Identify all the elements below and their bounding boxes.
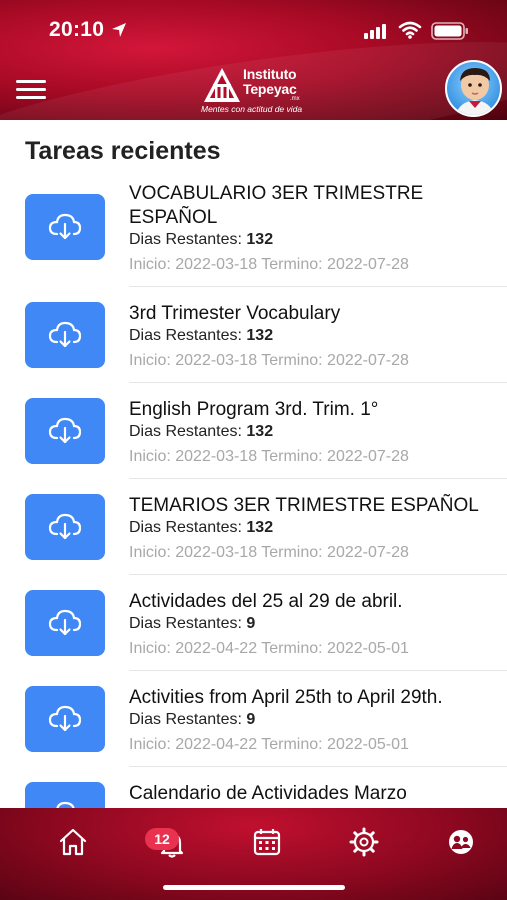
- task-days-remaining: Dias Restantes: 9: [129, 711, 255, 729]
- days-remaining-label: Dias Restantes:: [129, 327, 247, 344]
- task-dates: Inicio: 2022-04-22 Termino: 2022-05-01: [129, 640, 409, 657]
- task-dates: Inicio: 2022-03-18 Termino: 2022-07-28: [129, 544, 409, 561]
- cloud-download-icon: [48, 417, 82, 444]
- task-title: English Program 3rd. Trim. 1°: [129, 399, 379, 420]
- home-icon: [59, 828, 87, 856]
- download-task-button[interactable]: [25, 194, 105, 260]
- task-days-remaining: Dias Restantes: 132: [129, 519, 273, 537]
- days-remaining-value: 9: [246, 711, 256, 728]
- profile-icon: [449, 830, 473, 854]
- home-indicator: [163, 885, 345, 890]
- task-list-item[interactable]: TEMARIOS 3ER TRIMESTRE ESPAÑOL Dias Resta…: [0, 482, 507, 578]
- days-remaining-value: 132: [246, 423, 274, 440]
- download-task-button[interactable]: [25, 494, 105, 560]
- row-divider: [129, 574, 507, 575]
- tab-home[interactable]: [57, 826, 89, 858]
- tab-settings[interactable]: [348, 826, 380, 858]
- row-divider: [129, 286, 507, 287]
- download-task-button[interactable]: [25, 686, 105, 752]
- task-days-remaining: Dias Restantes: 9: [129, 615, 255, 633]
- cloud-download-icon: [48, 609, 82, 636]
- calendar-icon: [253, 829, 281, 856]
- task-list-item[interactable]: Actividades del 25 al 29 de abril. Dias R…: [0, 578, 507, 674]
- days-remaining-label: Dias Restantes:: [129, 711, 247, 728]
- task-title: 3rd Trimester Vocabulary: [129, 303, 341, 324]
- days-remaining-label: Dias Restantes:: [129, 519, 247, 536]
- days-remaining-value: 9: [246, 615, 256, 632]
- settings-icon: [349, 827, 379, 857]
- task-days-remaining: Dias Restantes: 132: [129, 327, 273, 345]
- notification-count-badge: 12: [145, 828, 179, 850]
- task-title: Actividades del 25 al 29 de abril.: [129, 591, 403, 612]
- task-list-item[interactable]: 3rd Trimester Vocabulary Dias Restantes: …: [0, 290, 507, 386]
- task-title: Activities from April 25th to April 29th…: [129, 687, 443, 708]
- download-task-button[interactable]: [25, 590, 105, 656]
- row-divider: [129, 766, 507, 767]
- task-title: Calendario de Actividades Marzo: [129, 783, 407, 804]
- task-dates: Inicio: 2022-03-18 Termino: 2022-07-28: [129, 352, 409, 369]
- task-list-item[interactable]: Calendario de Actividades Marzo: [0, 770, 507, 808]
- download-task-button[interactable]: [25, 782, 105, 808]
- hamburger-menu-icon[interactable]: [16, 80, 46, 100]
- days-remaining-value: 132: [246, 327, 274, 344]
- institute-logo: Instituto Tepeyac .mx Mentes con actitud…: [200, 66, 310, 116]
- wifi-icon: [398, 21, 422, 39]
- days-remaining-label: Dias Restantes:: [129, 423, 247, 440]
- logo-name-line1: Instituto: [243, 66, 297, 82]
- row-divider: [129, 478, 507, 479]
- task-title: TEMARIOS 3ER TRIMESTRE ESPAÑOL: [129, 495, 479, 516]
- days-remaining-value: 132: [246, 231, 274, 248]
- status-time: 20:10: [49, 18, 105, 41]
- status-bar: 20:10: [0, 0, 507, 58]
- task-dates: Inicio: 2022-03-18 Termino: 2022-07-28: [129, 448, 409, 465]
- logo-mark-icon: [204, 68, 240, 102]
- battery-icon: [431, 22, 468, 40]
- cellular-signal-icon: [364, 24, 386, 39]
- task-list-item[interactable]: English Program 3rd. Trim. 1° Dias Restan…: [0, 386, 507, 482]
- task-days-remaining: Dias Restantes: 132: [129, 231, 273, 249]
- tab-profile[interactable]: [445, 826, 477, 858]
- task-dates: Inicio: 2022-04-22 Termino: 2022-05-01: [129, 736, 409, 753]
- task-days-remaining: Dias Restantes: 132: [129, 423, 273, 441]
- logo-name-line2: Tepeyac: [243, 81, 297, 97]
- task-list-item[interactable]: VOCABULARIO 3ER TRIMESTRE ESPAÑOL Dias Re…: [0, 170, 507, 287]
- user-avatar[interactable]: [445, 60, 502, 117]
- task-list: VOCABULARIO 3ER TRIMESTRE ESPAÑOL Dias Re…: [0, 170, 507, 808]
- days-remaining-value: 132: [246, 519, 274, 536]
- cloud-download-icon: [48, 513, 82, 540]
- download-task-button[interactable]: [25, 302, 105, 368]
- cloud-download-icon: [48, 705, 82, 732]
- task-list-item[interactable]: Activities from April 25th to April 29th…: [0, 674, 507, 770]
- section-title: Tareas recientes: [25, 137, 221, 165]
- cloud-download-icon: [48, 321, 82, 348]
- location-arrow-icon: [112, 23, 126, 37]
- row-divider: [129, 382, 507, 383]
- cloud-download-icon: [56, 801, 75, 808]
- task-dates: Inicio: 2022-03-18 Termino: 2022-07-28: [129, 256, 409, 273]
- days-remaining-label: Dias Restantes:: [129, 231, 247, 248]
- logo-suffix: .mx: [290, 96, 300, 102]
- days-remaining-label: Dias Restantes:: [129, 615, 247, 632]
- task-title: VOCABULARIO 3ER TRIMESTRE ESPAÑOL: [129, 183, 424, 228]
- logo-tagline: Mentes con actitud de vida: [201, 104, 303, 114]
- cloud-download-icon: [48, 213, 82, 240]
- download-task-button[interactable]: [25, 398, 105, 464]
- tab-calendar[interactable]: [251, 826, 283, 858]
- row-divider: [129, 670, 507, 671]
